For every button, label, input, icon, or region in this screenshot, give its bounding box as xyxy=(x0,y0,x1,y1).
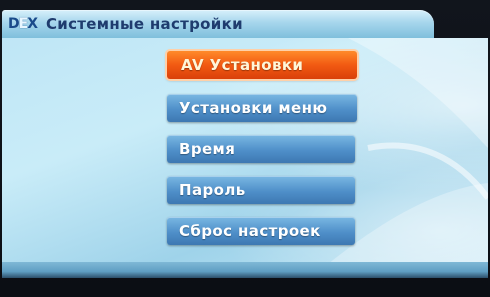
tv-screen: DEX Системные настройки AV Установки Уст… xyxy=(0,0,490,297)
title-bar: DEX Системные настройки xyxy=(2,10,434,38)
bottom-bar xyxy=(2,262,488,278)
brand-logo: DEX xyxy=(8,16,38,32)
menu-item-factory-reset[interactable]: Сброс настроек xyxy=(167,217,355,245)
menu-item-av-settings[interactable]: AV Установки xyxy=(167,51,357,79)
page-title: Системные настройки xyxy=(46,15,243,33)
menu-item-time[interactable]: Время xyxy=(167,135,355,163)
menu-item-password[interactable]: Пароль xyxy=(167,176,355,204)
menu-item-menu-settings[interactable]: Установки меню xyxy=(167,94,357,122)
